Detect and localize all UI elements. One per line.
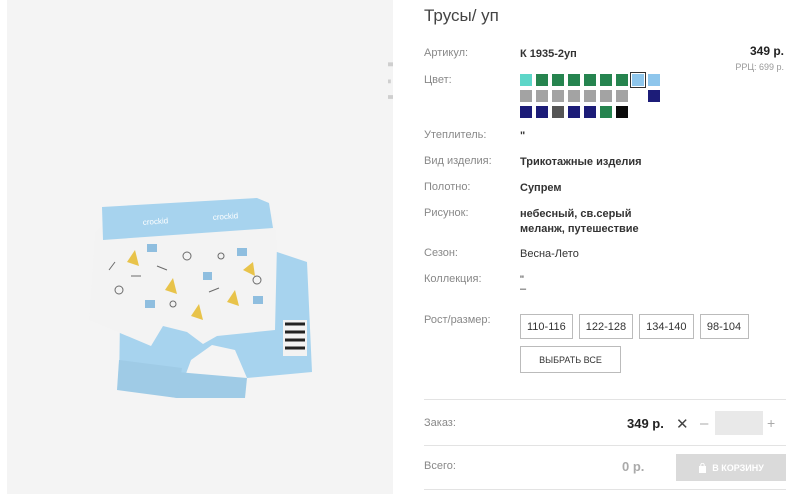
svg-text:crockid: crockid [143, 216, 169, 227]
product-title: Трусы/ уп [424, 6, 499, 25]
fabric-value: Супрем [520, 182, 562, 194]
insulation-value: " [520, 130, 526, 142]
color-swatch[interactable] [616, 106, 628, 118]
color-swatch[interactable] [568, 90, 580, 102]
pattern-line-2: меланж, путешествие [520, 223, 639, 235]
swatch-row-1 [520, 72, 670, 88]
article-value: К 1935-2уп [520, 48, 577, 60]
color-swatch[interactable] [536, 106, 548, 118]
quantity-input[interactable] [715, 411, 763, 435]
quantity-decrease-button[interactable]: – [700, 415, 708, 432]
color-swatch[interactable] [600, 106, 612, 118]
order-divider [424, 399, 786, 400]
recommended-price: РРЦ: 699 р. [735, 62, 784, 72]
pattern-line-1: небесный, св.серый [520, 208, 632, 220]
product-price: 349 р. [749, 44, 784, 58]
color-swatch[interactable] [600, 90, 612, 102]
color-swatch[interactable] [568, 106, 580, 118]
insulation-label: Утеплитель: [424, 129, 487, 141]
color-swatch[interactable] [584, 90, 596, 102]
collection-label: Коллекция: [424, 273, 482, 285]
fabric-label: Полотно: [424, 181, 471, 193]
color-swatch[interactable] [552, 74, 564, 86]
total-value: 0 р. [622, 459, 645, 474]
type-label: Вид изделия: [424, 155, 492, 167]
order-label: Заказ: [424, 417, 456, 429]
size-button-98-104[interactable]: 98-104 [699, 314, 749, 339]
swatch-row-2 [520, 90, 670, 102]
size-button-134-140[interactable]: 134-140 [639, 314, 694, 339]
color-swatch[interactable] [568, 74, 580, 86]
underwear-illustration: crockid crockid [89, 198, 312, 398]
color-swatch[interactable] [648, 74, 660, 86]
color-swatch[interactable] [552, 106, 564, 118]
quantity-increase-button[interactable]: + [767, 415, 775, 431]
color-swatch[interactable] [520, 74, 532, 86]
size-label: Рост/размер: [424, 314, 491, 326]
shopping-bag-icon [699, 462, 707, 473]
add-to-cart-label: В КОРЗИНУ [712, 462, 764, 473]
color-swatch[interactable] [536, 90, 548, 102]
color-swatch-selected[interactable] [630, 72, 646, 88]
product-photo[interactable]: crockid crockid crockid [7, 0, 393, 494]
color-swatch[interactable] [584, 74, 596, 86]
color-swatch[interactable] [616, 90, 628, 102]
pattern-label: Рисунок: [424, 207, 469, 219]
color-swatch[interactable] [648, 90, 660, 102]
color-swatch[interactable] [584, 106, 596, 118]
swatch-spacer [632, 90, 644, 102]
total-divider [424, 445, 786, 446]
swatch-row-3 [520, 106, 670, 118]
article-label: Артикул: [424, 47, 469, 59]
bottom-divider [424, 489, 786, 490]
color-label: Цвет: [424, 74, 452, 86]
season-label: Сезон: [424, 247, 458, 259]
size-options: 110-116 122-128 134-140 98-104 [520, 314, 749, 339]
color-swatch[interactable] [536, 74, 548, 86]
color-swatch[interactable] [520, 106, 532, 118]
color-swatch[interactable] [520, 90, 532, 102]
select-all-button[interactable]: ВЫБРАТЬ ВСЕ [520, 346, 621, 373]
season-value: Весна-Лето [520, 248, 579, 260]
add-to-cart-button[interactable]: В КОРЗИНУ [676, 454, 786, 481]
type-value: Трикотажные изделия [520, 156, 642, 168]
color-swatch[interactable] [552, 90, 564, 102]
svg-text:crockid: crockid [213, 211, 239, 222]
collection-value-2: – [520, 283, 527, 295]
remove-icon[interactable]: ✕ [676, 415, 689, 433]
total-label: Всего: [424, 460, 456, 472]
size-button-122-128[interactable]: 122-128 [578, 314, 634, 339]
color-swatches [520, 72, 670, 122]
order-price: 349 р. [627, 416, 664, 431]
color-swatch[interactable] [600, 74, 612, 86]
color-swatch[interactable] [616, 74, 628, 86]
size-button-110-116[interactable]: 110-116 [520, 314, 573, 339]
